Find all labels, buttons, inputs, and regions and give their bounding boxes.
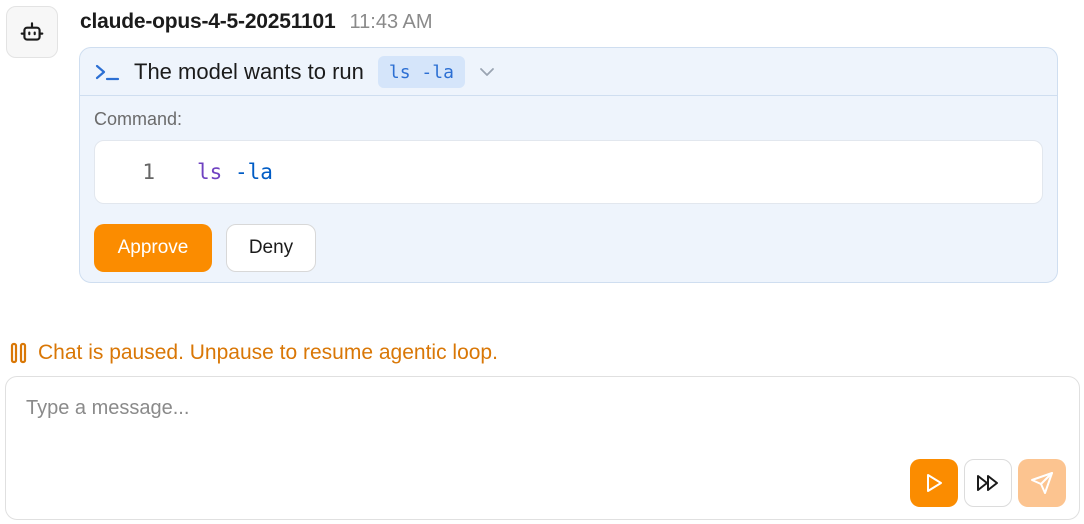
paused-status-text: Chat is paused. Unpause to resume agenti… (38, 341, 498, 364)
paused-status: Chat is paused. Unpause to resume agenti… (10, 340, 498, 366)
deny-button[interactable]: Deny (226, 224, 316, 272)
message-composer (5, 376, 1080, 520)
message-input[interactable] (26, 397, 1056, 457)
avatar (6, 6, 58, 58)
tool-card-title: The model wants to run (134, 58, 364, 84)
send-icon (1031, 472, 1053, 494)
line-number: 1 (142, 160, 155, 184)
code-command-token: ls (197, 160, 223, 184)
code-flag-token: -la (234, 160, 273, 184)
fast-forward-icon (977, 475, 998, 491)
command-chip: ls -la (377, 55, 465, 88)
command-label: Command: (94, 109, 183, 129)
robot-icon (20, 22, 44, 41)
message-header: claude-opus-4-5-20251101 11:43 AM (80, 10, 433, 38)
pause-icon[interactable] (10, 342, 28, 364)
code-block: 1 ls -la (94, 140, 1043, 204)
fast-forward-button[interactable] (964, 459, 1012, 507)
tool-card-header[interactable]: The model wants to run ls -la (80, 48, 1057, 96)
play-button[interactable] (910, 459, 958, 507)
terminal-icon (95, 64, 120, 80)
tool-approval-card: The model wants to run ls -la Command: 1… (79, 47, 1058, 283)
send-button[interactable] (1018, 459, 1066, 507)
code-line: ls -la (197, 160, 273, 184)
message-timestamp: 11:43 AM (349, 11, 433, 33)
approve-button[interactable]: Approve (94, 224, 212, 272)
chevron-down-icon[interactable] (479, 67, 495, 77)
play-icon (927, 474, 942, 492)
model-name: claude-opus-4-5-20251101 (80, 10, 336, 33)
